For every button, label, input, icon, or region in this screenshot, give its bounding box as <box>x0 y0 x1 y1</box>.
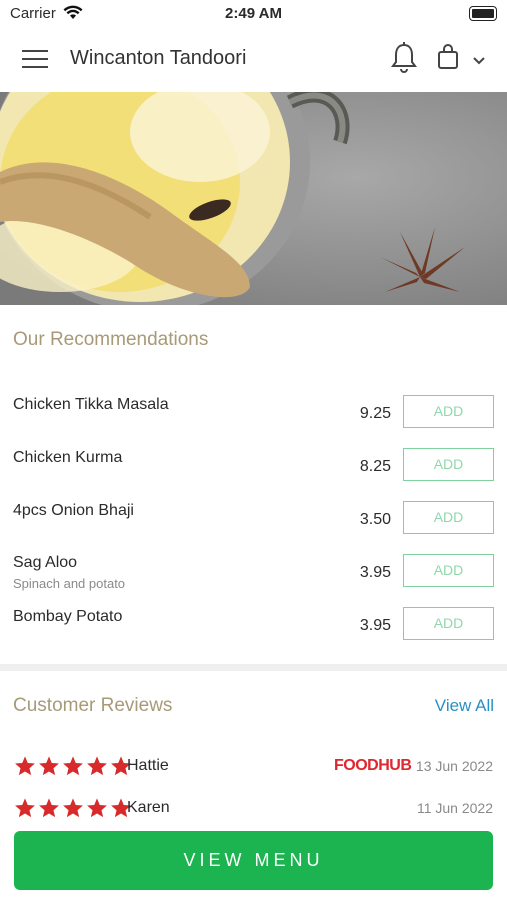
star-icon <box>15 756 35 776</box>
item-name: Bombay Potato <box>13 608 123 625</box>
bell-icon[interactable] <box>389 42 419 79</box>
add-button[interactable]: ADD <box>403 607 494 640</box>
item-price: 9.25 <box>359 405 391 422</box>
recommendation-item: Chicken Kurma 8.25 ADD <box>0 448 507 496</box>
review-item: Karen 11 Jun 2022 <box>0 797 507 823</box>
star-rating <box>14 797 132 819</box>
recommendation-item: Sag Aloo Spinach and potato 3.95 ADD <box>0 554 507 602</box>
add-button[interactable]: ADD <box>403 554 494 587</box>
view-menu-button[interactable]: VIEW MENU <box>14 831 493 890</box>
recommendation-item: Chicken Tikka Masala 9.25 ADD <box>0 395 507 443</box>
item-price: 3.95 <box>359 564 391 581</box>
star-icon <box>87 798 107 818</box>
reviewer-name: Hattie <box>127 757 169 774</box>
add-button[interactable]: ADD <box>403 501 494 534</box>
status-bar: Carrier 2:49 AM <box>0 0 507 28</box>
item-price: 8.25 <box>359 458 391 475</box>
review-item: Hattie FOODHUB 13 Jun 2022 <box>0 755 507 781</box>
star-icon <box>39 756 59 776</box>
item-name: Chicken Tikka Masala <box>13 396 169 413</box>
bag-icon[interactable] <box>436 44 460 75</box>
star-icon <box>63 798 83 818</box>
star-icon <box>39 798 59 818</box>
menu-icon[interactable] <box>22 50 48 70</box>
recommendation-item: 4pcs Onion Bhaji 3.50 ADD <box>0 501 507 549</box>
add-button[interactable]: ADD <box>403 448 494 481</box>
reviewer-name: Karen <box>127 799 170 816</box>
section-divider <box>0 664 507 671</box>
item-price: 3.50 <box>359 511 391 528</box>
star-icon <box>63 756 83 776</box>
star-icon <box>15 798 35 818</box>
app-header: Wincanton Tandoori <box>0 28 507 92</box>
review-date: 11 Jun 2022 <box>416 800 493 816</box>
foodhub-logo: FOODHUB <box>334 757 412 774</box>
item-name: 4pcs Onion Bhaji <box>13 502 134 519</box>
restaurant-title: Wincanton Tandoori <box>70 47 247 69</box>
hero-food-image <box>0 92 507 305</box>
battery-icon <box>469 6 497 21</box>
item-name: Chicken Kurma <box>13 449 123 466</box>
recommendation-item: Bombay Potato 3.95 ADD <box>0 607 507 655</box>
star-rating <box>14 755 132 777</box>
view-all-link[interactable]: View All <box>435 696 494 716</box>
recommendations-title: Our Recommendations <box>13 329 209 350</box>
add-button[interactable]: ADD <box>403 395 494 428</box>
chevron-down-icon[interactable] <box>472 53 486 71</box>
item-description: Spinach and potato <box>13 576 126 591</box>
review-date: 13 Jun 2022 <box>415 758 493 774</box>
item-price: 3.95 <box>359 617 391 634</box>
item-name: Sag Aloo <box>13 554 78 571</box>
reviews-title: Customer Reviews <box>13 695 173 716</box>
clock: 2:49 AM <box>225 5 282 22</box>
star-icon <box>87 756 107 776</box>
